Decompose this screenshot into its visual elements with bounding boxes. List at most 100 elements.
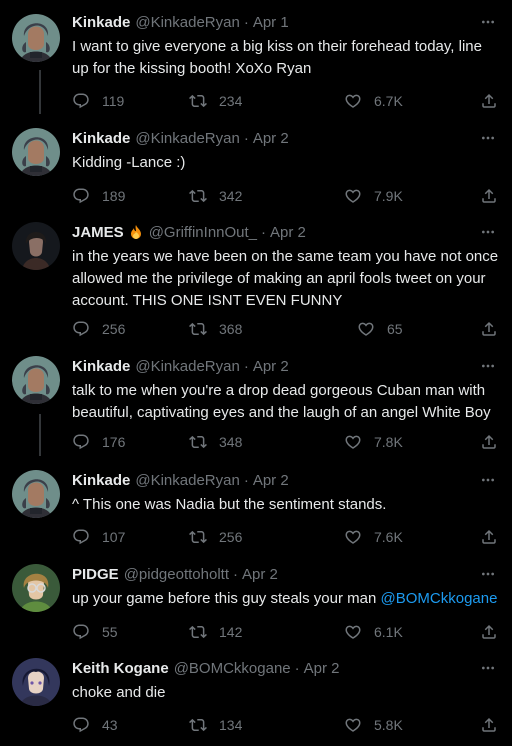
retweet-button[interactable]: 134 bbox=[189, 715, 242, 735]
reply-button[interactable]: 55 bbox=[72, 622, 118, 642]
display-name[interactable]: Kinkade bbox=[72, 358, 130, 375]
tweet-text: choke and die bbox=[72, 684, 166, 701]
share-button[interactable] bbox=[480, 622, 498, 642]
display-name[interactable]: Kinkade bbox=[72, 472, 130, 489]
reply-count: 256 bbox=[102, 321, 126, 337]
share-button[interactable] bbox=[480, 432, 498, 452]
like-button[interactable]: 7.8K bbox=[344, 432, 403, 452]
display-name[interactable]: JAMES bbox=[72, 224, 124, 241]
tweet-date[interactable]: Apr 2 bbox=[253, 472, 289, 489]
retweet-icon bbox=[189, 528, 207, 546]
mention-link[interactable]: @BOMCkkogane bbox=[381, 590, 498, 607]
retweet-button[interactable]: 142 bbox=[189, 622, 242, 642]
reply-icon bbox=[72, 528, 90, 546]
reply-button[interactable]: 176 bbox=[72, 432, 125, 452]
display-name[interactable]: Keith Kogane bbox=[72, 660, 169, 677]
like-button[interactable]: 5.8K bbox=[344, 715, 403, 735]
tweet-actions: 43 134 5.8K bbox=[72, 715, 502, 735]
like-button[interactable]: 65 bbox=[357, 319, 403, 339]
tweet-text: I want to give everyone a big kiss on th… bbox=[72, 38, 482, 77]
tweet-date[interactable]: Apr 2 bbox=[253, 130, 289, 147]
avatar[interactable] bbox=[12, 128, 60, 176]
avatar[interactable] bbox=[12, 470, 60, 518]
reply-button[interactable]: 107 bbox=[72, 527, 125, 547]
display-name[interactable]: PIDGE bbox=[72, 566, 119, 583]
like-icon bbox=[357, 320, 375, 338]
more-icon[interactable] bbox=[478, 660, 498, 676]
tweet-header: JAMES @GriffinInnOut_ · Apr 2 bbox=[72, 222, 306, 242]
share-button[interactable] bbox=[480, 319, 498, 339]
share-button[interactable] bbox=[480, 91, 498, 111]
reply-count: 176 bbox=[102, 434, 126, 450]
like-count: 5.8K bbox=[374, 717, 403, 733]
avatar[interactable] bbox=[12, 564, 60, 612]
reply-button[interactable]: 189 bbox=[72, 186, 125, 206]
more-icon[interactable] bbox=[478, 14, 498, 30]
avatar[interactable] bbox=[12, 222, 60, 270]
avatar[interactable] bbox=[12, 356, 60, 404]
like-button[interactable]: 7.9K bbox=[344, 186, 403, 206]
tweet-header: Kinkade @KinkadeRyan · Apr 2 bbox=[72, 356, 289, 376]
like-icon bbox=[344, 528, 362, 546]
retweet-icon bbox=[189, 623, 207, 641]
tweet-header: Keith Kogane @BOMCkkogane · Apr 2 bbox=[72, 658, 340, 678]
tweet-header: Kinkade @KinkadeRyan · Apr 2 bbox=[72, 470, 289, 490]
user-handle[interactable]: @BOMCkkogane bbox=[174, 660, 291, 677]
tweet-actions: 107 256 7.6K bbox=[72, 527, 502, 547]
like-button[interactable]: 6.1K bbox=[344, 622, 403, 642]
reply-icon bbox=[72, 623, 90, 641]
display-name[interactable]: Kinkade bbox=[72, 14, 130, 31]
tweet-actions: 119 234 6.7K bbox=[72, 91, 502, 111]
tweet-text: talk to me when you're a drop dead gorge… bbox=[72, 382, 491, 421]
retweet-button[interactable]: 256 bbox=[189, 527, 242, 547]
more-icon[interactable] bbox=[478, 224, 498, 240]
tweet-header: Kinkade @KinkadeRyan · Apr 2 bbox=[72, 128, 289, 148]
display-name[interactable]: Kinkade bbox=[72, 130, 130, 147]
share-button[interactable] bbox=[480, 527, 498, 547]
user-handle[interactable]: @KinkadeRyan bbox=[135, 14, 239, 31]
share-icon bbox=[480, 528, 498, 546]
like-count: 6.1K bbox=[374, 624, 403, 640]
reply-button[interactable]: 43 bbox=[72, 715, 118, 735]
like-button[interactable]: 6.7K bbox=[344, 91, 403, 111]
avatar[interactable] bbox=[12, 658, 60, 706]
avatar[interactable] bbox=[12, 14, 60, 62]
like-icon bbox=[344, 187, 362, 205]
like-count: 7.6K bbox=[374, 529, 403, 545]
retweet-count: 348 bbox=[219, 434, 243, 450]
reply-count: 55 bbox=[102, 624, 118, 640]
more-icon[interactable] bbox=[478, 130, 498, 146]
like-icon bbox=[344, 92, 362, 110]
retweet-icon bbox=[189, 187, 207, 205]
thread-line bbox=[39, 414, 41, 456]
retweet-button[interactable]: 234 bbox=[189, 91, 242, 111]
more-icon[interactable] bbox=[478, 472, 498, 488]
tweet-actions: 256 368 65 bbox=[72, 319, 502, 339]
tweet-date[interactable]: Apr 2 bbox=[253, 358, 289, 375]
user-handle[interactable]: @KinkadeRyan bbox=[135, 472, 239, 489]
user-handle[interactable]: @KinkadeRyan bbox=[135, 358, 239, 375]
more-icon[interactable] bbox=[478, 566, 498, 582]
retweet-icon bbox=[189, 716, 207, 734]
share-button[interactable] bbox=[480, 715, 498, 735]
like-count: 7.9K bbox=[374, 188, 403, 204]
reply-count: 43 bbox=[102, 717, 118, 733]
user-handle[interactable]: @pidgeottoholtt bbox=[124, 566, 229, 583]
reply-button[interactable]: 256 bbox=[72, 319, 125, 339]
tweet-date[interactable]: Apr 1 bbox=[253, 14, 289, 31]
tweet-date[interactable]: Apr 2 bbox=[242, 566, 278, 583]
more-icon[interactable] bbox=[478, 358, 498, 374]
retweet-button[interactable]: 368 bbox=[189, 319, 242, 339]
retweet-icon bbox=[189, 320, 207, 338]
tweet-text: Kidding -Lance :) bbox=[72, 154, 186, 171]
user-handle[interactable]: @GriffinInnOut_ bbox=[149, 224, 257, 241]
retweet-button[interactable]: 348 bbox=[189, 432, 242, 452]
tweet-actions: 176 348 7.8K bbox=[72, 432, 502, 452]
retweet-button[interactable]: 342 bbox=[189, 186, 242, 206]
like-button[interactable]: 7.6K bbox=[344, 527, 403, 547]
share-button[interactable] bbox=[480, 186, 498, 206]
tweet-date[interactable]: Apr 2 bbox=[270, 224, 306, 241]
user-handle[interactable]: @KinkadeRyan bbox=[135, 130, 239, 147]
tweet-date[interactable]: Apr 2 bbox=[304, 660, 340, 677]
reply-button[interactable]: 119 bbox=[72, 91, 124, 111]
